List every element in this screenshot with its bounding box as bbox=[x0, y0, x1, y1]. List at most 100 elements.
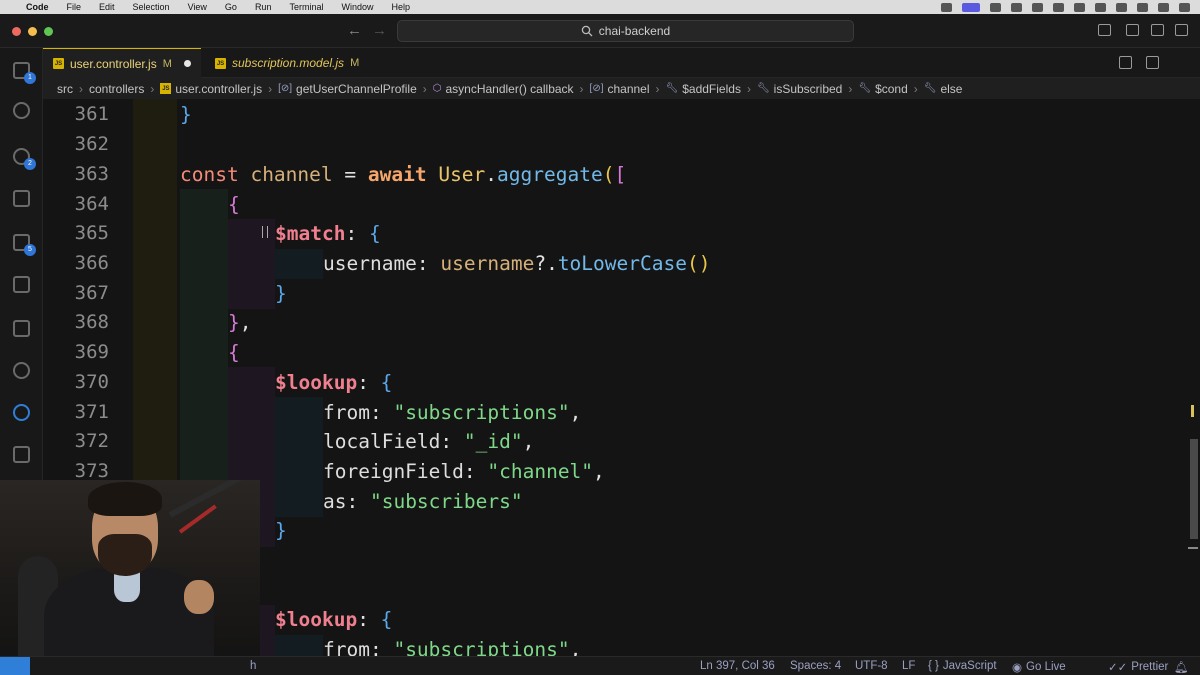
search-icon[interactable] bbox=[11, 100, 32, 121]
control-center-icon[interactable] bbox=[1158, 2, 1169, 12]
breadcrumb-cond[interactable]: 🔧︎ $cond bbox=[858, 82, 907, 96]
menu-selection[interactable]: Selection bbox=[133, 2, 170, 12]
wrench-icon: 🔧︎ bbox=[665, 83, 679, 94]
indent-guide-band bbox=[275, 397, 323, 517]
menu-terminal[interactable]: Terminal bbox=[289, 2, 323, 12]
presenter-hand bbox=[184, 580, 214, 614]
command-center-search[interactable]: chai-backend bbox=[397, 20, 854, 42]
line-number: 372 bbox=[74, 430, 109, 452]
file-encoding[interactable]: UTF-8 bbox=[855, 660, 888, 672]
broadcast-icon: ◉ bbox=[1012, 662, 1023, 674]
line-number: 368 bbox=[74, 311, 109, 333]
wrench-icon: 🔧︎ bbox=[858, 83, 872, 94]
breadcrumb-else[interactable]: 🔧︎ else bbox=[924, 82, 963, 96]
line-number: 366 bbox=[74, 252, 109, 274]
chevron-right-icon: › bbox=[746, 81, 751, 96]
prettier-label: Prettier bbox=[1131, 661, 1169, 673]
breadcrumb-function[interactable]: [⊘] getUserChannelProfile bbox=[278, 82, 417, 96]
search-icon bbox=[581, 25, 593, 37]
status-icon[interactable] bbox=[990, 2, 1001, 12]
minimize-window-button[interactable] bbox=[28, 27, 37, 36]
breadcrumb-label: isSubscribed bbox=[773, 81, 843, 96]
menu-view[interactable]: View bbox=[188, 2, 207, 12]
breadcrumb-label: user.controller.js bbox=[175, 81, 263, 96]
run-debug-icon[interactable] bbox=[11, 188, 32, 209]
more-actions-icon[interactable] bbox=[1173, 56, 1186, 69]
breadcrumb-addfields[interactable]: 🔧︎ $addFields bbox=[666, 82, 741, 96]
go-live-label: Go Live bbox=[1026, 661, 1066, 673]
toggle-panel-icon[interactable] bbox=[1126, 24, 1139, 36]
javascript-file-icon: JS bbox=[53, 58, 64, 69]
remote-explorer-icon[interactable] bbox=[11, 274, 32, 295]
window-title-bar: ← → chai-backend bbox=[0, 14, 1200, 48]
cursor-position[interactable]: Ln 397, Col 36 bbox=[700, 660, 775, 672]
live-share-icon[interactable] bbox=[11, 402, 32, 423]
breadcrumb-issubscribed[interactable]: 🔧︎ isSubscribed bbox=[757, 82, 842, 96]
extensions-icon[interactable]: 5 bbox=[11, 232, 36, 256]
explorer-icon[interactable]: 1 bbox=[11, 60, 36, 84]
code-line-374: as: "subscribers" bbox=[323, 490, 523, 513]
source-control-icon[interactable]: 2 bbox=[11, 146, 36, 170]
search-icon[interactable] bbox=[1137, 2, 1148, 12]
notion-icon[interactable] bbox=[1032, 2, 1043, 12]
zoom-window-button[interactable] bbox=[44, 27, 53, 36]
bluetooth-icon[interactable] bbox=[1074, 2, 1085, 12]
unsaved-dot-icon[interactable] bbox=[183, 60, 191, 67]
line-number: 373 bbox=[74, 460, 109, 482]
modified-indicator: M bbox=[162, 57, 172, 70]
chevron-right-icon: › bbox=[655, 81, 660, 96]
menu-run[interactable]: Run bbox=[255, 2, 272, 12]
forward-arrow-icon[interactable]: → bbox=[372, 22, 387, 39]
branch-fragment[interactable]: h bbox=[250, 660, 256, 672]
workspace-name: chai-backend bbox=[598, 24, 671, 38]
status-icon[interactable] bbox=[941, 2, 952, 12]
tab-subscription-model[interactable]: JS subscription.model.js M bbox=[205, 48, 405, 78]
language-mode[interactable]: { } JavaScript bbox=[928, 660, 997, 672]
breadcrumb-src[interactable]: src bbox=[57, 82, 73, 96]
back-arrow-icon[interactable]: ← bbox=[347, 22, 362, 39]
javascript-file-icon: JS bbox=[215, 57, 226, 69]
close-window-button[interactable] bbox=[12, 27, 21, 36]
code-line-365: $match: { bbox=[275, 222, 381, 245]
mongodb-leaf-icon[interactable] bbox=[11, 360, 32, 381]
toggle-sidebar-icon[interactable] bbox=[1098, 24, 1111, 36]
menu-help[interactable]: Help bbox=[391, 2, 410, 12]
toggle-secondary-sidebar-icon[interactable] bbox=[1151, 24, 1164, 36]
code-line-372: localField: "_id", bbox=[323, 430, 535, 453]
indentation-spaces[interactable]: Spaces: 4 bbox=[790, 660, 841, 672]
status-icon[interactable] bbox=[1053, 2, 1064, 12]
display-icon[interactable] bbox=[1095, 2, 1106, 12]
end-of-line[interactable]: LF bbox=[902, 660, 915, 672]
customize-layout-icon[interactable] bbox=[1175, 24, 1188, 36]
status-icon[interactable] bbox=[1011, 2, 1022, 12]
braces-icon: { } bbox=[928, 660, 939, 672]
go-live-button[interactable]: ◉ Go Live bbox=[1012, 660, 1066, 674]
editor-actions bbox=[1119, 56, 1186, 69]
menu-go[interactable]: Go bbox=[225, 2, 237, 12]
menu-file[interactable]: File bbox=[67, 2, 82, 12]
remote-indicator[interactable] bbox=[0, 657, 30, 675]
split-editor-icon[interactable] bbox=[1146, 56, 1159, 69]
breadcrumb-file[interactable]: JS user.controller.js bbox=[160, 82, 262, 96]
chat-icon[interactable] bbox=[11, 444, 32, 465]
breadcrumb-controllers[interactable]: controllers bbox=[89, 82, 144, 96]
breadcrumb-channel[interactable]: [⊘] channel bbox=[590, 82, 650, 96]
wifi-icon[interactable] bbox=[1116, 2, 1127, 12]
vertical-scrollbar[interactable] bbox=[1190, 439, 1198, 539]
menu-app-name[interactable]: Code bbox=[26, 2, 49, 12]
line-number: 362 bbox=[74, 133, 109, 155]
open-changes-icon[interactable] bbox=[1119, 56, 1132, 69]
code-line-371: from: "subscriptions", bbox=[323, 401, 582, 424]
tab-user-controller[interactable]: JS user.controller.js M bbox=[43, 48, 201, 78]
prettier-status[interactable]: ✓✓ Prettier bbox=[1108, 660, 1168, 674]
siri-icon[interactable] bbox=[1179, 2, 1190, 12]
screen-record-icon[interactable] bbox=[962, 2, 980, 12]
menubar-status-icons bbox=[941, 2, 1200, 12]
chevron-right-icon: › bbox=[579, 81, 584, 96]
menu-window[interactable]: Window bbox=[341, 2, 373, 12]
notifications-bell-icon[interactable]: 🔔︎ bbox=[1174, 660, 1189, 674]
docker-icon[interactable] bbox=[11, 318, 32, 339]
menu-edit[interactable]: Edit bbox=[99, 2, 115, 12]
breadcrumb-callback[interactable]: ⬡ asyncHandler() callback bbox=[433, 82, 574, 96]
breadcrumb-label: channel bbox=[607, 81, 650, 96]
